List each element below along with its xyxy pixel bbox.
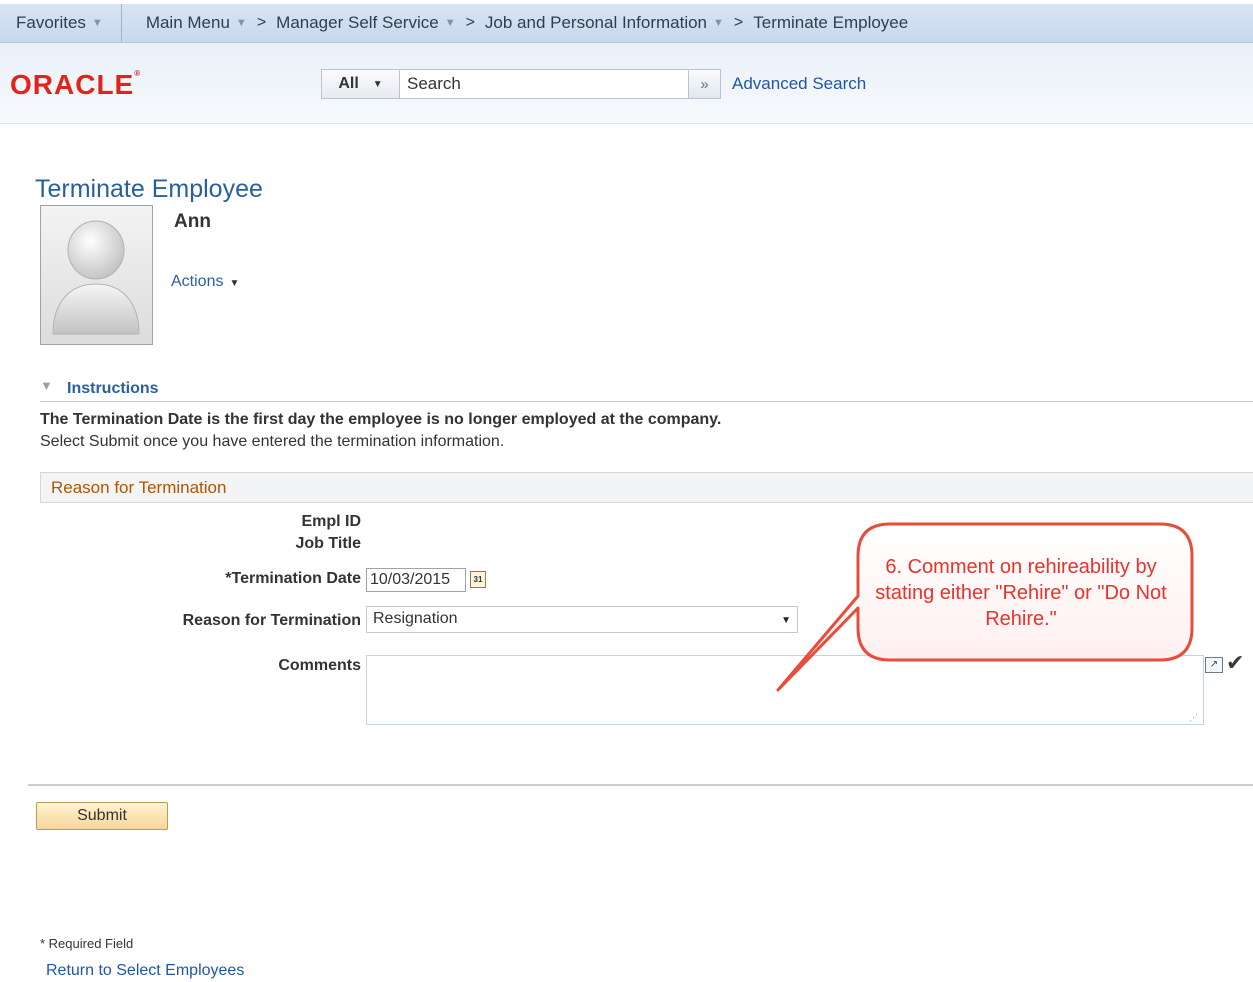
termination-date-input[interactable]: [366, 568, 466, 592]
instructions-line-1: The Termination Date is the first day th…: [40, 411, 722, 428]
chevron-down-icon: ▼: [372, 78, 383, 90]
favorites-label: Favorites: [16, 13, 86, 32]
chevron-down-icon: ▼: [781, 615, 791, 626]
page-title: Terminate Employee: [35, 175, 263, 203]
actions-label: Actions: [171, 273, 224, 290]
breadcrumb-current-label: Terminate Employee: [753, 13, 909, 32]
collapse-triangle-icon[interactable]: ▼: [40, 378, 53, 393]
required-field-note: * Required Field: [40, 936, 134, 951]
breadcrumb-separator: >: [256, 14, 267, 31]
chevron-down-icon: ▼: [235, 17, 247, 29]
comments-textarea[interactable]: [366, 655, 1204, 725]
divider: [28, 784, 1253, 786]
submit-button[interactable]: Submit: [36, 802, 168, 830]
search-scope-select[interactable]: All ▼: [321, 69, 399, 99]
instructions-line-2: Select Submit once you have entered the …: [40, 433, 505, 450]
oracle-logo-text: ORACLE: [10, 69, 135, 100]
advanced-search-link[interactable]: Advanced Search: [732, 74, 866, 94]
empl-id-label: Empl ID: [301, 513, 361, 530]
breadcrumb-separator: >: [733, 14, 744, 31]
breadcrumb-job-personal-info[interactable]: Job and Personal Information ▼: [485, 13, 724, 33]
instructions-header[interactable]: ▼ Instructions: [40, 377, 1253, 402]
registered-mark: ®: [134, 69, 142, 78]
comments-label: Comments: [278, 657, 361, 674]
termination-date-label: *Termination Date: [225, 570, 361, 587]
callout-text: 6. Comment on rehireability by stating e…: [875, 556, 1167, 630]
breadcrumb-manager-self-service[interactable]: Manager Self Service ▼: [276, 13, 455, 33]
breadcrumb: Main Menu ▼ > Manager Self Service ▼ > J…: [122, 13, 908, 33]
search-input[interactable]: [399, 69, 689, 99]
calendar-icon[interactable]: 31: [470, 571, 486, 588]
header-band: ORACLE® All ▼ » Advanced Search: [0, 43, 1253, 124]
actions-menu[interactable]: Actions ▼: [171, 273, 239, 291]
oracle-logo: ORACLE®: [10, 69, 141, 101]
favorites-menu[interactable]: Favorites ▼: [0, 4, 122, 42]
chevron-down-icon: ▼: [713, 17, 724, 29]
employee-name: Ann: [174, 211, 211, 232]
chevron-down-icon: ▼: [91, 17, 103, 29]
breadcrumb-job-personal-info-label: Job and Personal Information: [484, 13, 708, 32]
job-title-label: Job Title: [295, 535, 362, 552]
top-navigation-bar: Favorites ▼ Main Menu ▼ > Manager Self S…: [0, 4, 1253, 43]
breadcrumb-main-menu[interactable]: Main Menu ▼: [146, 13, 247, 33]
search-scope-label: All: [338, 75, 359, 92]
breadcrumb-separator: >: [465, 14, 475, 31]
search-go-button[interactable]: »: [689, 69, 721, 99]
search-bar: All ▼ » Advanced Search: [321, 69, 866, 99]
employee-photo-placeholder: [40, 205, 153, 345]
breadcrumb-manager-self-service-label: Manager Self Service: [276, 13, 439, 32]
instructions-title: Instructions: [67, 380, 159, 397]
person-silhouette-icon: [52, 220, 140, 335]
chevron-down-icon: ▼: [229, 278, 240, 289]
expand-field-icon[interactable]: ↗: [1205, 657, 1223, 673]
chevron-down-icon: ▼: [444, 17, 456, 29]
section-header: Reason for Termination: [40, 472, 1253, 503]
reason-label: Reason for Termination: [182, 612, 361, 629]
spell-check-icon[interactable]: ✔: [1226, 650, 1244, 676]
resize-grip-icon[interactable]: ⋰: [1189, 712, 1198, 723]
return-to-select-employees-link[interactable]: Return to Select Employees: [46, 962, 244, 980]
double-chevron-right-icon: »: [700, 75, 709, 93]
breadcrumb-current: Terminate Employee: [753, 13, 908, 33]
reason-select[interactable]: Resignation ▼: [366, 606, 798, 633]
reason-select-value: Resignation: [373, 610, 458, 627]
section-title: Reason for Termination: [51, 478, 227, 497]
breadcrumb-main-menu-label: Main Menu: [145, 13, 230, 32]
